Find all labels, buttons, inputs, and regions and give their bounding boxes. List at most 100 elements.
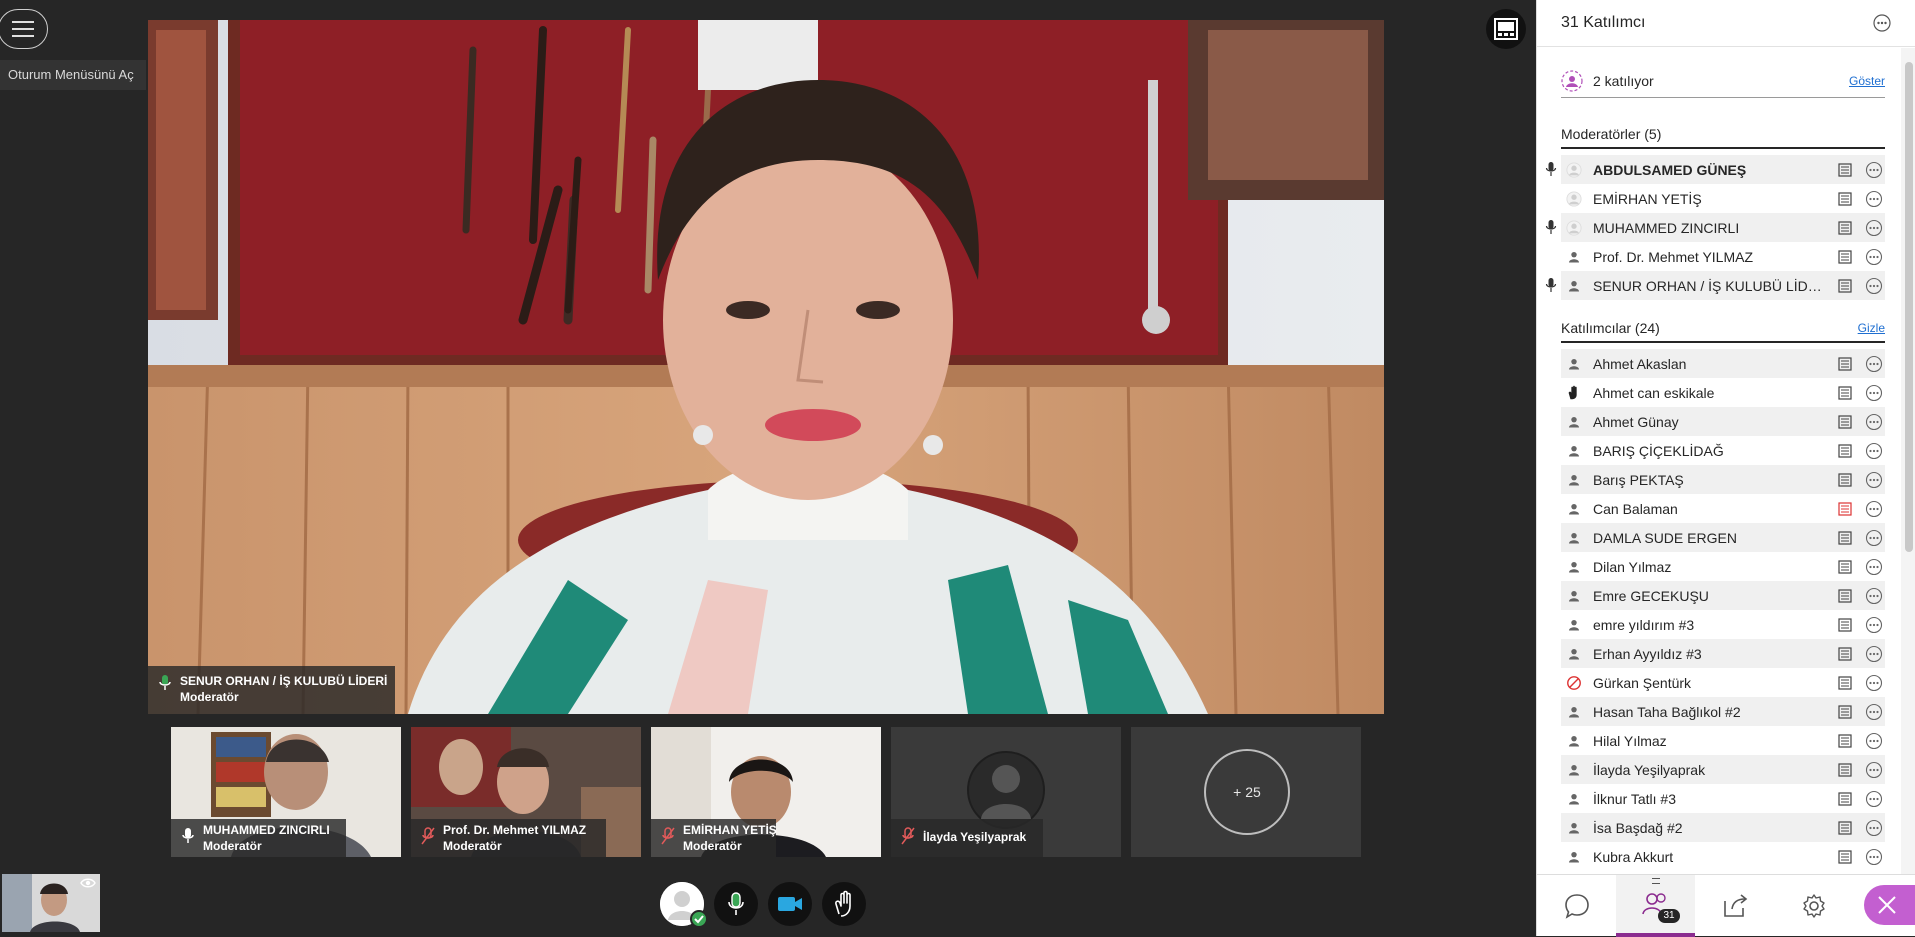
- more-options-icon[interactable]: [1865, 355, 1883, 373]
- more-options-icon[interactable]: [1865, 442, 1883, 460]
- participant-row[interactable]: Ahmet Günay: [1561, 407, 1885, 436]
- participant-row[interactable]: DAMLA SUDE ERGEN: [1561, 523, 1885, 552]
- participant-row[interactable]: Emre GECEKUŞU: [1561, 581, 1885, 610]
- participant-row[interactable]: İlayda Yeşilyaprak: [1561, 755, 1885, 784]
- more-options-icon[interactable]: [1865, 848, 1883, 866]
- participant-row[interactable]: Kubra Akkurt: [1561, 842, 1885, 871]
- list-icon[interactable]: [1837, 162, 1853, 178]
- thumbnail-name-tag: EMİRHAN YETİŞ Moderatör: [651, 819, 777, 857]
- more-options-icon[interactable]: [1865, 161, 1883, 179]
- more-options-icon[interactable]: [1865, 674, 1883, 692]
- more-options-icon[interactable]: [1865, 471, 1883, 489]
- more-options-icon[interactable]: [1865, 587, 1883, 605]
- participant-row[interactable]: İsa Başdağ #2: [1561, 813, 1885, 842]
- more-options-icon[interactable]: [1865, 645, 1883, 663]
- list-icon[interactable]: [1837, 414, 1853, 430]
- raise-hand-button[interactable]: [822, 882, 866, 926]
- list-icon[interactable]: [1837, 356, 1853, 372]
- list-icon[interactable]: [1837, 617, 1853, 633]
- more-options-icon[interactable]: [1865, 819, 1883, 837]
- list-icon[interactable]: [1837, 559, 1853, 575]
- moderator-row[interactable]: ABDULSAMED GÜNEŞ: [1545, 155, 1885, 184]
- camera-toggle-button[interactable]: [768, 882, 812, 926]
- list-icon[interactable]: [1837, 443, 1853, 459]
- list-icon[interactable]: [1837, 820, 1853, 836]
- thumbnail-role: Moderatör: [203, 839, 262, 853]
- list-icon[interactable]: [1837, 191, 1853, 207]
- microphone-toggle-button[interactable]: [714, 882, 758, 926]
- list-icon[interactable]: [1837, 849, 1853, 865]
- moderator-row[interactable]: EMİRHAN YETİŞ: [1561, 184, 1885, 213]
- participant-row[interactable]: Erhan Ayyıldız #3: [1561, 639, 1885, 668]
- video-thumbnail[interactable]: EMİRHAN YETİŞ Moderatör: [651, 727, 881, 857]
- participant-row[interactable]: Can Balaman: [1561, 494, 1885, 523]
- hide-participants-link[interactable]: Gizle: [1858, 321, 1885, 335]
- list-icon[interactable]: [1837, 733, 1853, 749]
- participant-row[interactable]: BARIŞ ÇİÇEKLİDAĞ: [1561, 436, 1885, 465]
- more-options-icon[interactable]: [1865, 219, 1883, 237]
- participant-row[interactable]: Ahmet can eskikale: [1561, 378, 1885, 407]
- participant-row[interactable]: Barış PEKTAŞ: [1561, 465, 1885, 494]
- list-icon[interactable]: [1837, 762, 1853, 778]
- list-icon[interactable]: [1837, 472, 1853, 488]
- more-options-icon[interactable]: [1865, 703, 1883, 721]
- list-icon[interactable]: [1837, 675, 1853, 691]
- participant-row[interactable]: Dilan Yılmaz: [1561, 552, 1885, 581]
- list-icon[interactable]: [1837, 385, 1853, 401]
- more-options-icon[interactable]: [1865, 248, 1883, 266]
- avatar: [1565, 500, 1583, 518]
- list-icon[interactable]: [1837, 791, 1853, 807]
- session-menu-button[interactable]: [0, 9, 48, 49]
- microphone-muted-icon: [901, 827, 915, 845]
- participants-list: Ahmet Akaslan Ahmet can eskikale Ahmet Gün…: [1561, 349, 1885, 871]
- layout-toggle-button[interactable]: [1486, 9, 1526, 49]
- tab-participants[interactable]: 31: [1616, 875, 1695, 937]
- tab-settings[interactable]: [1774, 875, 1853, 937]
- moderator-row[interactable]: SENUR ORHAN / İŞ KULUBÜ LİDERİ: [1545, 271, 1885, 300]
- list-icon[interactable]: [1837, 646, 1853, 662]
- video-thumbnail[interactable]: İlayda Yeşilyaprak: [891, 727, 1121, 857]
- video-thumbnail[interactable]: Prof. Dr. Mehmet YILMAZ Moderatör: [411, 727, 641, 857]
- more-participants-tile[interactable]: + 25: [1131, 727, 1361, 857]
- moderator-row[interactable]: MUHAMMED ZINCIRLI: [1545, 213, 1885, 242]
- list-icon[interactable]: [1837, 278, 1853, 294]
- moderator-row[interactable]: Prof. Dr. Mehmet YILMAZ: [1561, 242, 1885, 271]
- more-options-icon[interactable]: [1865, 500, 1883, 518]
- tab-share-content[interactable]: [1695, 875, 1774, 937]
- more-options-icon[interactable]: [1865, 190, 1883, 208]
- panel-scrollbar[interactable]: [1905, 62, 1913, 552]
- avatar: [1565, 248, 1583, 266]
- user-icon: [1568, 416, 1580, 427]
- more-options-icon[interactable]: [1865, 529, 1883, 547]
- participant-row[interactable]: Gürkan Şentürk: [1561, 668, 1885, 697]
- more-options-icon[interactable]: [1873, 14, 1891, 32]
- participant-row[interactable]: Ahmet Akaslan: [1561, 349, 1885, 378]
- participant-name: Hilal Yılmaz: [1593, 732, 1667, 749]
- more-options-icon[interactable]: [1865, 384, 1883, 402]
- list-icon[interactable]: [1837, 588, 1853, 604]
- more-options-icon[interactable]: [1865, 413, 1883, 431]
- list-icon[interactable]: [1837, 530, 1853, 546]
- self-video-preview[interactable]: [2, 874, 100, 932]
- close-panel-button[interactable]: [1864, 885, 1915, 925]
- video-thumbnail[interactable]: MUHAMMED ZINCIRLI Moderatör: [171, 727, 401, 857]
- list-icon[interactable]: [1837, 249, 1853, 265]
- more-options-icon[interactable]: [1865, 732, 1883, 750]
- more-options-icon[interactable]: [1865, 790, 1883, 808]
- participant-row[interactable]: Hilal Yılmaz: [1561, 726, 1885, 755]
- avatar: [1565, 384, 1583, 402]
- list-icon[interactable]: [1837, 704, 1853, 720]
- more-options-icon[interactable]: [1865, 277, 1883, 295]
- participant-row[interactable]: İlknur Tatlı #3: [1561, 784, 1885, 813]
- list-icon[interactable]: [1837, 220, 1853, 236]
- more-options-icon[interactable]: [1865, 616, 1883, 634]
- more-options-icon[interactable]: [1865, 558, 1883, 576]
- participant-row[interactable]: emre yıldırım #3: [1561, 610, 1885, 639]
- eye-icon[interactable]: [80, 877, 96, 889]
- tab-chat[interactable]: [1537, 875, 1616, 937]
- show-attending-link[interactable]: Göster: [1849, 74, 1885, 88]
- participant-row[interactable]: Hasan Taha Bağlıkol #2: [1561, 697, 1885, 726]
- my-status-button[interactable]: [660, 882, 708, 928]
- warning-list-icon[interactable]: [1837, 501, 1853, 517]
- more-options-icon[interactable]: [1865, 761, 1883, 779]
